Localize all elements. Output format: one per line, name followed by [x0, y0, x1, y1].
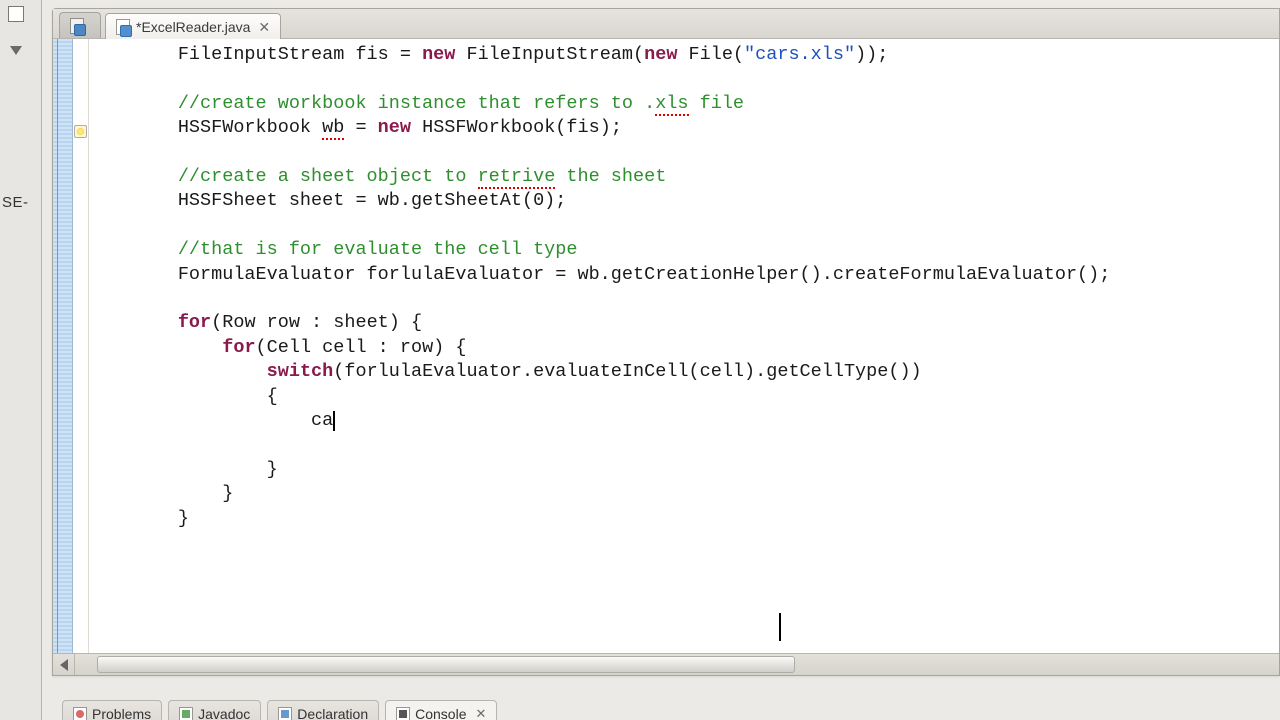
- scrollbar-track[interactable]: [75, 654, 1279, 675]
- annotation-gutter[interactable]: [73, 39, 89, 653]
- scrollbar-thumb[interactable]: [97, 656, 795, 673]
- chevron-left-icon: [60, 659, 68, 671]
- editor-area: *ExcelReader.java ✕ FileInputStream fis …: [52, 8, 1280, 676]
- code-editor[interactable]: FileInputStream fis = new FileInputStrea…: [53, 39, 1279, 653]
- minimized-view-rail: SE-: [0, 0, 42, 720]
- declaration-icon: [278, 707, 292, 720]
- view-tab-label: Declaration: [297, 706, 368, 720]
- view-tab-label: Javadoc: [198, 706, 250, 720]
- horizontal-scrollbar[interactable]: [53, 653, 1279, 675]
- java-file-icon: [70, 18, 84, 34]
- javadoc-view-tab[interactable]: Javadoc: [168, 700, 261, 720]
- problems-icon: [73, 707, 87, 720]
- view-menu-arrow-icon[interactable]: [10, 46, 22, 55]
- editor-tab-label: *ExcelReader.java: [136, 19, 250, 35]
- quick-fix-bulb-icon[interactable]: [74, 125, 87, 138]
- code-text[interactable]: FileInputStream fis = new FileInputStrea…: [89, 43, 1279, 531]
- close-icon[interactable]: ✕: [256, 20, 270, 34]
- console-view-tab[interactable]: Console ✕: [385, 700, 497, 720]
- close-icon[interactable]: ✕: [472, 706, 487, 720]
- cropped-view-label: SE-: [2, 194, 29, 211]
- view-tab-label: Console: [415, 706, 466, 720]
- bottom-view-tabbar: Problems Javadoc Declaration Console ✕: [52, 688, 1280, 720]
- problems-view-tab[interactable]: Problems: [62, 700, 162, 720]
- code-view[interactable]: FileInputStream fis = new FileInputStrea…: [89, 39, 1279, 653]
- view-tab-label: Problems: [92, 706, 151, 720]
- console-icon: [396, 707, 410, 720]
- java-file-icon: [116, 19, 130, 35]
- text-cursor: [333, 411, 335, 431]
- restore-view-icon[interactable]: [8, 6, 24, 22]
- declaration-view-tab[interactable]: Declaration: [267, 700, 379, 720]
- javadoc-icon: [179, 707, 193, 720]
- scroll-left-button[interactable]: [53, 654, 75, 675]
- editor-tab-bar: *ExcelReader.java ✕: [53, 9, 1279, 39]
- editor-tab-active[interactable]: *ExcelReader.java ✕: [105, 13, 281, 39]
- mouse-text-caret: [779, 613, 781, 641]
- overview-ruler[interactable]: [53, 39, 73, 653]
- editor-tab-inactive[interactable]: [59, 12, 101, 38]
